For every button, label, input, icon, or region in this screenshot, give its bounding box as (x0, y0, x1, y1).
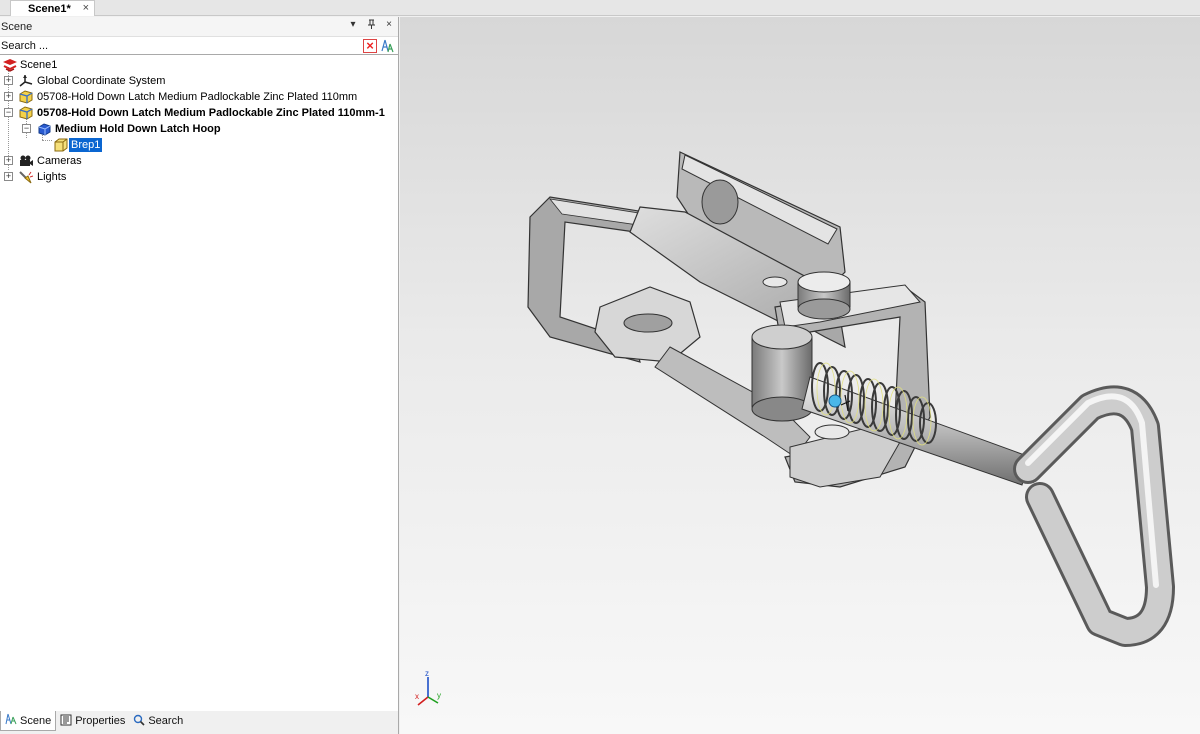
collapse-icon[interactable]: − (4, 108, 13, 117)
tree-item-label: Cameras (37, 155, 82, 167)
tab-scene[interactable]: Scene (0, 711, 57, 731)
properties-icon (60, 714, 72, 729)
panel-bottom-tabs: Scene Properties Search (0, 711, 399, 734)
scene-tree: Scene1 + Global Coordinate System + 0570… (0, 55, 398, 185)
scene-panel-header: Scene ▾ × (0, 17, 398, 36)
scene-tab-icon (5, 713, 17, 728)
tree-item-label: Scene1 (20, 59, 58, 71)
coordinate-system-icon (18, 74, 34, 88)
document-tab-strip: Scene1* × (0, 0, 1200, 16)
tab-scene1-label: Scene1* (28, 2, 71, 15)
tree-item-global-coordinate-system[interactable]: + Global Coordinate System (0, 73, 398, 89)
filter-icon[interactable] (381, 38, 395, 54)
axis-triad: z x y (410, 667, 446, 709)
tree-item-brep1[interactable]: Brep1 (0, 137, 398, 153)
tree-item-hold-down-latch-1[interactable]: − 05708-Hold Down Latch Medium Padlockab… (0, 105, 398, 121)
expand-icon[interactable]: + (4, 172, 13, 181)
axis-z-label: z (425, 669, 429, 678)
3d-viewport[interactable]: z x y (400, 17, 1200, 734)
latch-3d-model (527, 151, 1175, 647)
scene-search-input[interactable] (0, 37, 355, 54)
scene-panel-title: Scene (1, 20, 33, 33)
application-window: Scene1* × Scene ▾ × × (0, 0, 1200, 734)
search-row: × (0, 36, 398, 55)
part-icon (18, 90, 34, 104)
tree-item-label: Lights (37, 171, 67, 183)
part-icon (18, 106, 34, 120)
panel-pin-icon[interactable] (366, 19, 376, 32)
tree-item-label: Global Coordinate System (37, 75, 166, 87)
tab-properties[interactable]: Properties (56, 711, 129, 731)
tree-item-cameras[interactable]: + Cameras (0, 153, 398, 169)
tree-item-label: Medium Hold Down Latch Hoop (55, 123, 221, 135)
expand-icon[interactable]: + (4, 76, 13, 85)
scene-icon (2, 58, 18, 72)
tab-scene1[interactable]: Scene1* × (10, 0, 95, 16)
brep-icon (53, 138, 69, 152)
camera-icon (18, 154, 34, 168)
tree-item-lights[interactable]: + Lights (0, 169, 398, 185)
collapse-icon[interactable]: − (22, 124, 31, 133)
tab-search[interactable]: Search (129, 711, 187, 731)
close-tab-icon[interactable]: × (83, 2, 89, 14)
light-icon (18, 170, 34, 184)
tree-item-scene1[interactable]: Scene1 (0, 57, 398, 73)
scene-panel: Scene ▾ × × (0, 17, 399, 711)
tree-item-label: Brep1 (69, 138, 103, 152)
tab-scene-label: Scene (20, 714, 52, 727)
tree-item-hold-down-latch[interactable]: + 05708-Hold Down Latch Medium Padlockab… (0, 89, 398, 105)
tab-search-label: Search (148, 715, 184, 727)
axis-y-label: y (437, 691, 441, 700)
magnifier-icon (133, 714, 145, 729)
expand-icon[interactable]: + (4, 92, 13, 101)
tree-item-latch-hoop[interactable]: − Medium Hold Down Latch Hoop (0, 121, 398, 137)
tab-properties-label: Properties (75, 715, 126, 727)
tree-item-label: 05708-Hold Down Latch Medium Padlockable… (37, 107, 385, 119)
panel-close-icon[interactable]: × (384, 19, 394, 32)
axis-x-label: x (415, 692, 419, 701)
body-icon (36, 122, 52, 136)
panel-dropdown-icon[interactable]: ▾ (348, 19, 358, 32)
clear-search-icon[interactable]: × (363, 39, 377, 53)
tree-item-label: 05708-Hold Down Latch Medium Padlockable… (37, 91, 358, 103)
expand-icon[interactable]: + (4, 156, 13, 165)
